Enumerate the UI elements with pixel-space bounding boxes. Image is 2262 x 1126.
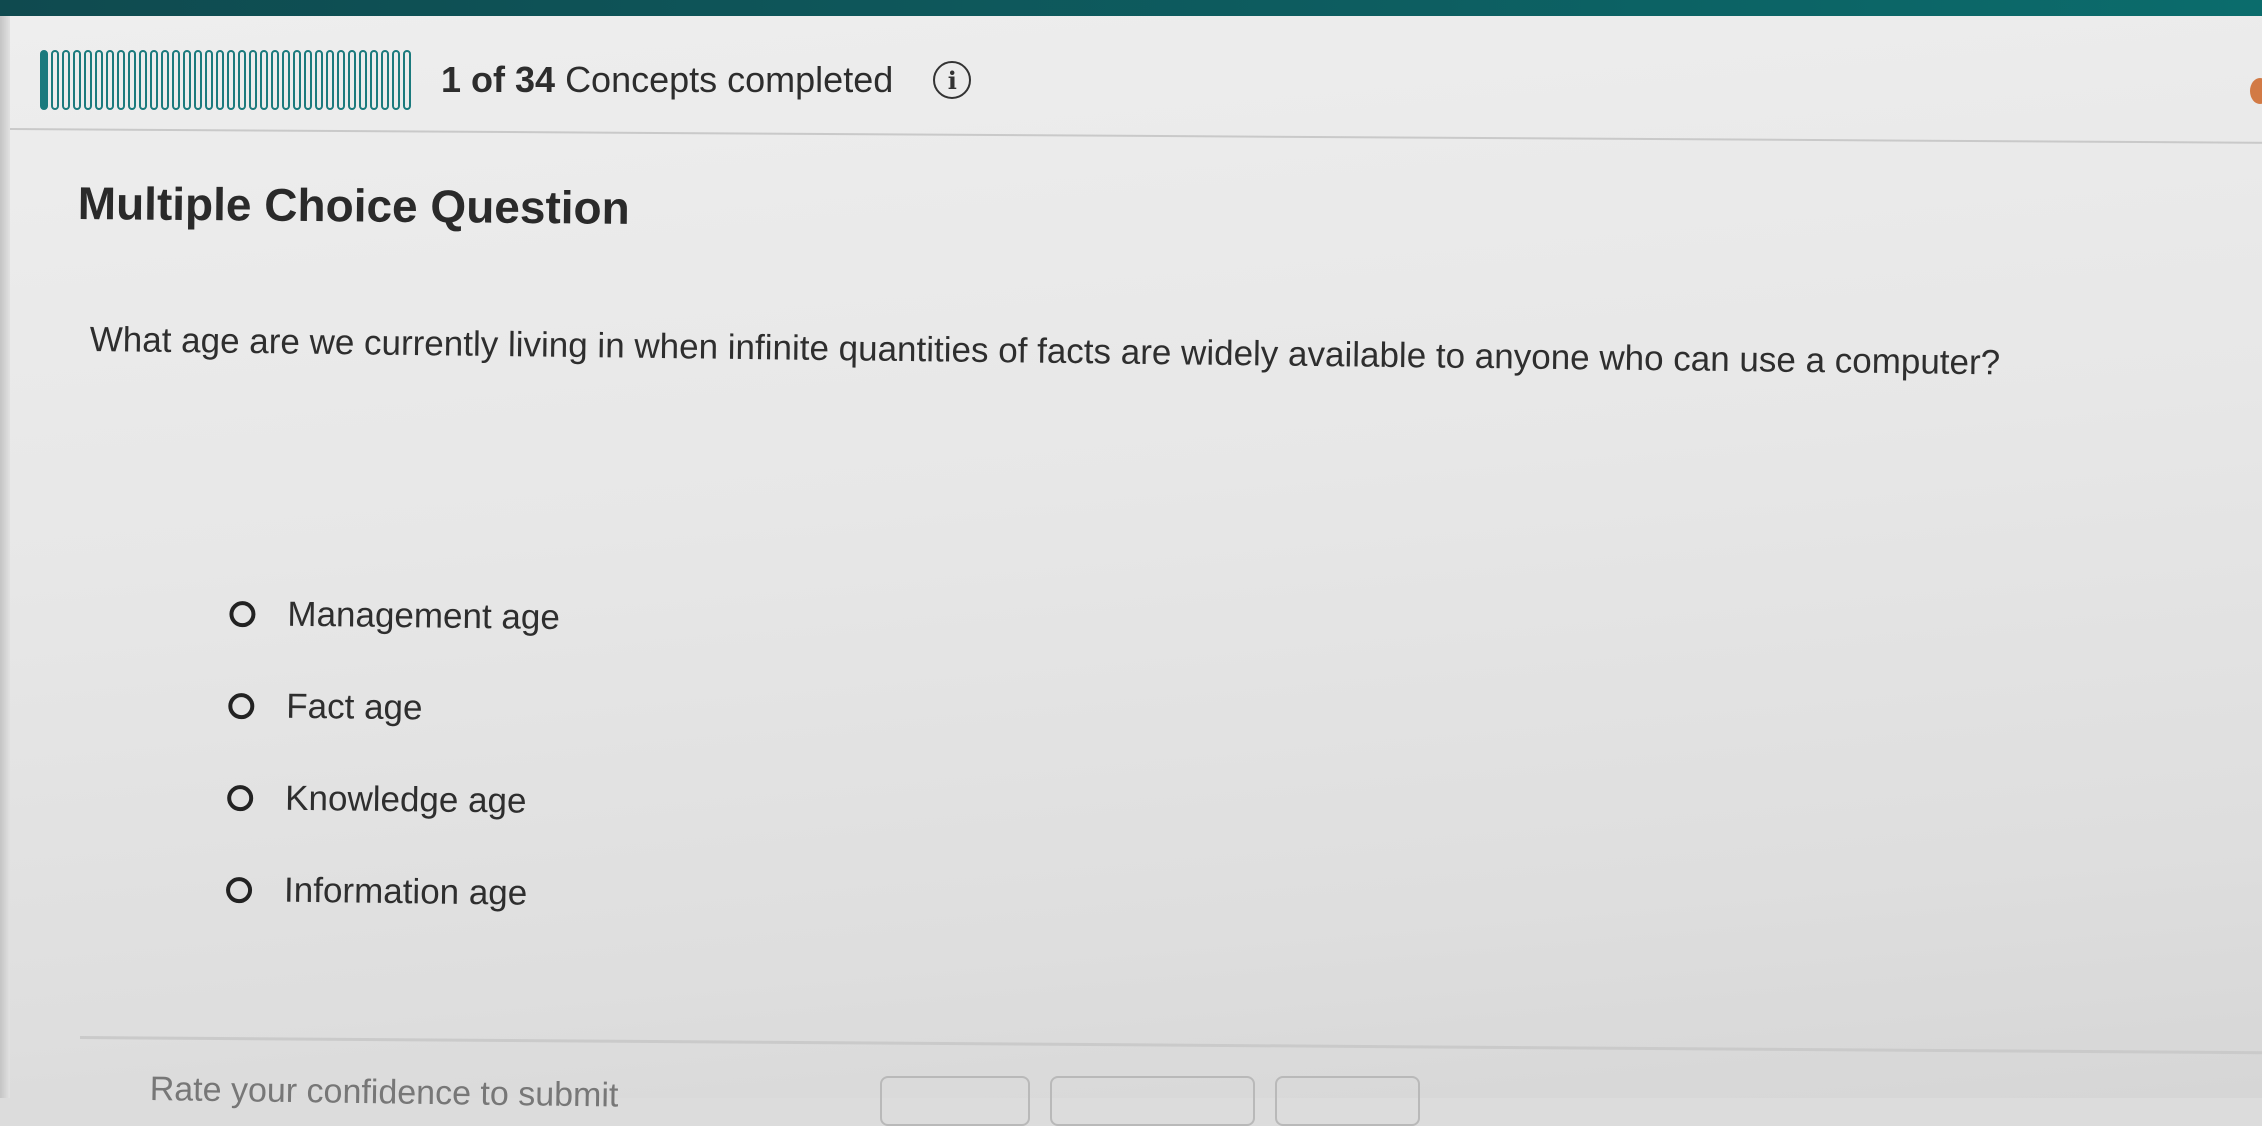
progress-segment [403,50,411,110]
screen: 1 of 34 Concepts completed i Multiple Ch… [0,0,2262,1126]
progress-segment [370,50,378,110]
progress-segment [271,50,279,110]
radio-button[interactable] [228,692,255,720]
left-edge [0,16,10,1098]
progress-header: 1 of 34 Concepts completed i [40,40,972,120]
question-text: What age are we currently living in when… [89,320,2001,383]
radio-button[interactable] [225,876,253,904]
progress-segment [304,50,312,110]
answer-option[interactable]: Knowledge age [227,752,559,848]
answer-options: Management age Fact age Knowledge age In… [225,568,561,940]
progress-segment [337,50,345,110]
progress-segment [194,50,202,110]
progress-segment [106,50,114,110]
info-icon[interactable]: i [933,61,972,99]
rate-confidence-label: Rate your confidence to submit [149,1070,619,1115]
progress-segment [293,50,301,110]
progress-segment [117,50,125,110]
answer-option-label: Information age [283,870,528,913]
answer-option[interactable]: Fact age [228,660,560,756]
header-divider [9,128,2262,144]
progress-segment [139,50,147,110]
answer-option[interactable]: Management age [229,568,561,664]
answer-option-label: Management age [287,594,561,638]
answer-option-label: Fact age [286,686,423,728]
window-top-strip [0,0,2262,16]
progress-segment [172,50,180,110]
progress-segment [260,50,268,110]
progress-segment [183,50,191,110]
progress-segment [161,50,169,110]
progress-segment [216,50,224,110]
progress-segment [73,50,81,110]
progress-segment [51,50,59,110]
progress-segment [282,50,290,110]
progress-segment [84,50,92,110]
progress-segment [128,50,136,110]
confidence-button-high[interactable] [880,1076,1030,1126]
answer-option[interactable]: Information age [225,844,558,940]
progress-segment [205,50,213,110]
question-type-heading: Multiple Choice Question [77,176,631,234]
progress-segment [95,50,103,110]
progress-segment [227,50,235,110]
edge-indicator [2250,78,2262,104]
progress-segment [315,50,323,110]
concept-progress-bar [40,47,411,113]
progress-suffix: Concepts completed [565,59,894,100]
progress-segment [348,50,356,110]
progress-segment [392,50,400,110]
confidence-button-medium[interactable] [1050,1076,1255,1126]
answer-option-label: Knowledge age [284,778,527,821]
progress-segment [40,50,48,110]
progress-segment [326,50,334,110]
progress-segment [249,50,257,110]
progress-segment [62,50,70,110]
footer-divider [79,1036,2262,1055]
progress-segment [381,50,389,110]
progress-text: 1 of 34 Concepts completed [441,59,893,101]
progress-count: 1 of 34 [441,59,556,100]
progress-segment [150,50,158,110]
radio-button[interactable] [227,784,254,812]
radio-button[interactable] [229,600,256,628]
progress-segment [359,50,367,110]
progress-segment [238,50,246,110]
confidence-button-low[interactable] [1275,1076,1420,1126]
